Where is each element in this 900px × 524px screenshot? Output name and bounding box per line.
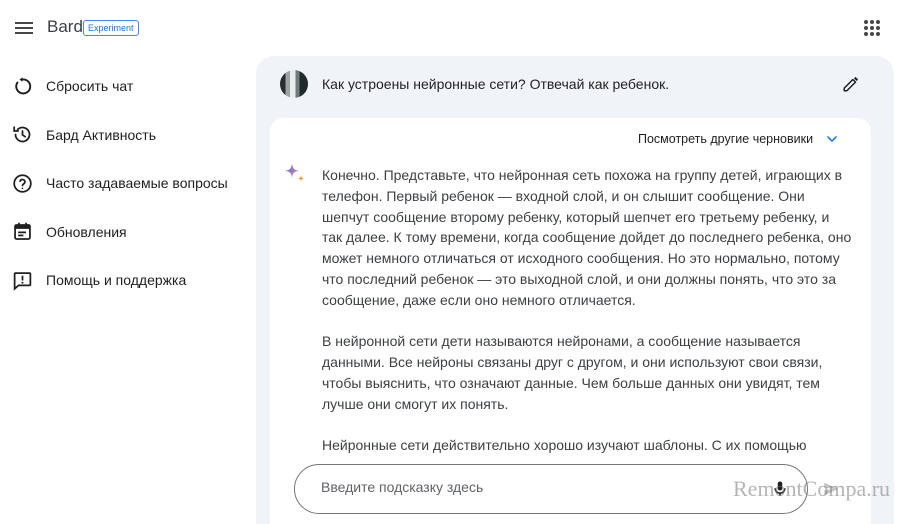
- history-icon: [12, 124, 33, 145]
- sidebar-item-updates[interactable]: Обновления: [0, 208, 250, 257]
- sidebar-item-label: Бард Активность: [46, 126, 157, 143]
- response-paragraph: Нейронные сети действительно хорошо изуч…: [322, 437, 807, 454]
- sidebar: Сбросить чат Бард Активность Часто задав…: [0, 62, 250, 305]
- sidebar-item-label: Обновления: [46, 223, 127, 240]
- apps-grid-icon[interactable]: [863, 19, 881, 37]
- edit-icon[interactable]: [842, 75, 860, 93]
- bard-sparkle-icon: [283, 162, 307, 186]
- sidebar-item-faq[interactable]: Часто задаваемые вопросы: [0, 159, 250, 208]
- sidebar-item-label: Помощь и поддержка: [46, 272, 187, 289]
- experiment-badge: Experiment: [83, 20, 139, 36]
- prompt-input-box: [294, 464, 808, 514]
- sidebar-item-label: Часто задаваемые вопросы: [46, 175, 228, 192]
- view-drafts-button[interactable]: Посмотреть другие черновики: [638, 132, 839, 146]
- sidebar-item-label: Сбросить чат: [46, 78, 134, 95]
- feedback-icon: [12, 270, 33, 291]
- avatar: [280, 70, 308, 98]
- sidebar-item-reset-chat[interactable]: Сбросить чат: [0, 62, 250, 111]
- app-title: Bard: [47, 17, 83, 36]
- chat-panel: Как устроены нейронные сети? Отвечай как…: [256, 56, 894, 524]
- reset-icon: [12, 76, 33, 97]
- sidebar-item-help[interactable]: Помощь и поддержка: [0, 256, 250, 305]
- chevron-down-icon: [827, 136, 837, 142]
- view-drafts-label: Посмотреть другие черновики: [638, 132, 814, 146]
- menu-icon[interactable]: [12, 16, 36, 40]
- prompt-input[interactable]: [321, 479, 721, 495]
- user-prompt-text: Как устроены нейронные сети? Отвечай как…: [322, 76, 670, 92]
- watermark: RemontCompa.ru: [733, 476, 891, 501]
- help-circle-icon: [12, 173, 33, 194]
- response-paragraph: В нейронной сети дети называются нейрона…: [322, 333, 823, 412]
- sidebar-item-activity[interactable]: Бард Активность: [0, 111, 250, 160]
- user-prompt-row: Как устроены нейронные сети? Отвечай как…: [256, 56, 894, 114]
- calendar-icon: [12, 221, 33, 242]
- response-text: Конечно. Представьте, что нейронная сеть…: [322, 165, 852, 477]
- response-paragraph: Конечно. Представьте, что нейронная сеть…: [322, 167, 852, 308]
- top-bar: Bard Experiment: [0, 0, 900, 56]
